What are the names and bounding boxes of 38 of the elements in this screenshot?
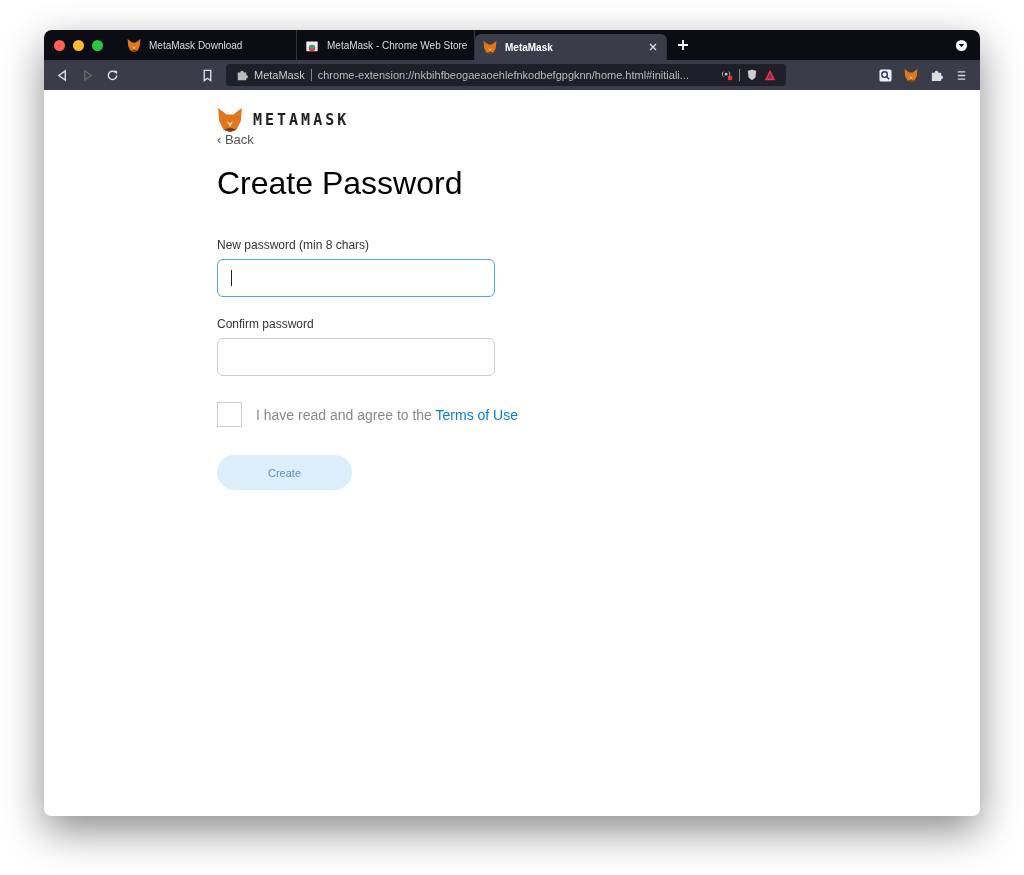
store-icon [305,38,319,52]
field-label: New password (min 8 chars) [217,238,370,252]
tab-title: MetaMask [505,41,554,53]
page-title: Create Password [217,165,463,202]
tab-title: MetaMask - Chrome Web Store [327,39,468,51]
fox-icon [127,38,141,52]
fox-logo-icon [217,108,243,132]
triangle-icon[interactable] [764,69,776,81]
puzzle-icon[interactable] [930,68,943,82]
bookmark-icon[interactable] [201,68,214,82]
maximize-icon[interactable] [92,39,103,51]
fox-icon [483,40,497,54]
browser-tab[interactable]: MetaMask [475,34,667,60]
site-name: MetaMask [254,69,305,81]
password-field[interactable] [217,338,495,376]
dropdown-icon[interactable] [955,38,968,52]
address-bar[interactable]: MetaMask chrome-extension://nkbihfbeogaeaoehlefnkodbefgpgknn/home.html#initiali... [226,64,786,86]
new-tab-icon[interactable] [677,39,689,51]
password-field[interactable] [217,259,495,297]
fox-icon [904,68,918,82]
puzzle-icon [236,69,248,81]
agreement-text: I have read and agree to the Terms of Use [256,406,518,423]
field-label: Confirm password [217,317,314,331]
close-icon[interactable] [54,39,65,51]
close-icon[interactable] [648,42,658,52]
menu-icon[interactable] [955,68,968,82]
back-link[interactable]: ‹ Back [217,132,254,147]
broadcast-icon[interactable] [721,69,733,81]
reload-icon[interactable] [106,68,119,82]
search-icon[interactable] [879,68,892,82]
back-icon[interactable] [56,68,69,82]
shield-icon[interactable] [746,69,758,81]
brand-name: METAMASK [253,111,350,129]
minimize-icon[interactable] [73,39,84,51]
checkbox[interactable] [217,402,242,427]
url-text: chrome-extension://nkbihfbeogaeaoehlefnkodbefgpgknn/home.html#initiali... [317,69,690,81]
tab-title: MetaMask Download [149,39,244,51]
terms-link[interactable]: Terms of Use [435,406,518,423]
